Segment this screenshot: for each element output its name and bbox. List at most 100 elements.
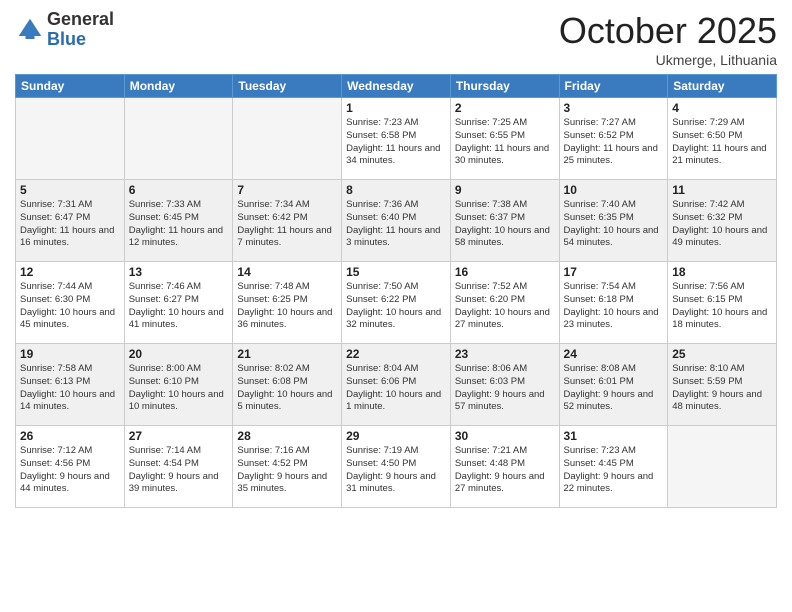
calendar-cell-4-3: 21Sunrise: 8:02 AM Sunset: 6:08 PM Dayli… — [233, 344, 342, 426]
day-info: Sunrise: 7:31 AM Sunset: 6:47 PM Dayligh… — [20, 199, 120, 250]
calendar-cell-3-3: 14 Sunrise: 7:48 AM Sunset: 6:25 PM Dayli… — [233, 262, 342, 344]
day-info: Sunrise: 7:48 AM Sunset: 6:25 PM Dayligh… — [237, 281, 337, 332]
calendar-cell-5-2: 27 Sunrise: 7:14 AM Sunset: 4:54 PM Dayli… — [124, 426, 233, 508]
header-sunday: Sunday — [16, 75, 125, 98]
day-number: 8 — [346, 183, 446, 197]
day-number: 12 — [20, 265, 120, 279]
day-info: Sunrise: 7:38 AM Sunset: 6:37 PM Dayligh… — [455, 199, 555, 250]
day-info: Sunrise: 7:27 AM Sunset: 6:52 PM Dayligh… — [564, 117, 664, 168]
calendar-cell-4-4: 22Sunrise: 8:04 AM Sunset: 6:06 PM Dayli… — [342, 344, 451, 426]
day-info: Sunrise: 7:52 AM Sunset: 6:20 PM Dayligh… — [455, 281, 555, 332]
day-info: Sunrise: 7:23 AM Sunset: 4:45 PM Dayligh… — [564, 445, 664, 496]
day-number: 2 — [455, 101, 555, 115]
day-info: Sunrise: 7:14 AM Sunset: 4:54 PM Dayligh… — [129, 445, 229, 496]
calendar-cell-2-2: 6 Sunrise: 7:33 AM Sunset: 6:45 PM Daylig… — [124, 180, 233, 262]
calendar-cell-2-3: 7Sunrise: 7:34 AM Sunset: 6:42 PM Daylig… — [233, 180, 342, 262]
calendar-cell-3-4: 15 Sunrise: 7:50 AM Sunset: 6:22 PM Dayli… — [342, 262, 451, 344]
day-info: Sunrise: 8:02 AM Sunset: 6:08 PM Dayligh… — [237, 363, 337, 414]
page-container: General Blue October 2025 Ukmerge, Lithu… — [0, 0, 792, 612]
calendar-cell-4-5: 23 Sunrise: 8:06 AM Sunset: 6:03 PM Dayli… — [450, 344, 559, 426]
day-info: Sunrise: 7:12 AM Sunset: 4:56 PM Dayligh… — [20, 445, 120, 496]
calendar-cell-5-3: 28Sunrise: 7:16 AM Sunset: 4:52 PM Dayli… — [233, 426, 342, 508]
day-info: Sunrise: 7:16 AM Sunset: 4:52 PM Dayligh… — [237, 445, 337, 496]
calendar-row-5: 26Sunrise: 7:12 AM Sunset: 4:56 PM Dayli… — [16, 426, 777, 508]
calendar-cell-1-3 — [233, 98, 342, 180]
day-info: Sunrise: 7:36 AM Sunset: 6:40 PM Dayligh… — [346, 199, 446, 250]
day-number: 19 — [20, 347, 120, 361]
calendar-cell-5-5: 30 Sunrise: 7:21 AM Sunset: 4:48 PM Dayli… — [450, 426, 559, 508]
logo-general: General — [47, 10, 114, 30]
calendar-cell-5-1: 26Sunrise: 7:12 AM Sunset: 4:56 PM Dayli… — [16, 426, 125, 508]
day-info: Sunrise: 7:29 AM Sunset: 6:50 PM Dayligh… — [672, 117, 772, 168]
day-number: 16 — [455, 265, 555, 279]
day-number: 27 — [129, 429, 229, 443]
calendar-table: Sunday Monday Tuesday Wednesday Thursday… — [15, 74, 777, 508]
calendar-cell-2-6: 10 Sunrise: 7:40 AM Sunset: 6:35 PM Dayli… — [559, 180, 668, 262]
calendar-cell-5-4: 29Sunrise: 7:19 AM Sunset: 4:50 PM Dayli… — [342, 426, 451, 508]
day-info: Sunrise: 8:08 AM Sunset: 6:01 PM Dayligh… — [564, 363, 664, 414]
logo-text: General Blue — [47, 10, 114, 50]
title-area: October 2025 Ukmerge, Lithuania — [559, 10, 777, 68]
day-info: Sunrise: 8:04 AM Sunset: 6:06 PM Dayligh… — [346, 363, 446, 414]
day-info: Sunrise: 8:06 AM Sunset: 6:03 PM Dayligh… — [455, 363, 555, 414]
calendar-row-2: 5 Sunrise: 7:31 AM Sunset: 6:47 PM Daylig… — [16, 180, 777, 262]
calendar-cell-2-1: 5 Sunrise: 7:31 AM Sunset: 6:47 PM Daylig… — [16, 180, 125, 262]
logo-icon — [15, 15, 45, 45]
header: General Blue October 2025 Ukmerge, Lithu… — [15, 10, 777, 68]
header-saturday: Saturday — [668, 75, 777, 98]
day-number: 30 — [455, 429, 555, 443]
calendar-cell-5-7 — [668, 426, 777, 508]
day-info: Sunrise: 7:21 AM Sunset: 4:48 PM Dayligh… — [455, 445, 555, 496]
day-info: Sunrise: 7:34 AM Sunset: 6:42 PM Dayligh… — [237, 199, 337, 250]
day-number: 15 — [346, 265, 446, 279]
day-number: 29 — [346, 429, 446, 443]
day-info: Sunrise: 8:10 AM Sunset: 5:59 PM Dayligh… — [672, 363, 772, 414]
header-wednesday: Wednesday — [342, 75, 451, 98]
calendar-row-3: 12 Sunrise: 7:44 AM Sunset: 6:30 PM Dayli… — [16, 262, 777, 344]
header-monday: Monday — [124, 75, 233, 98]
day-info: Sunrise: 7:33 AM Sunset: 6:45 PM Dayligh… — [129, 199, 229, 250]
calendar-cell-4-7: 25Sunrise: 8:10 AM Sunset: 5:59 PM Dayli… — [668, 344, 777, 426]
day-info: Sunrise: 7:40 AM Sunset: 6:35 PM Dayligh… — [564, 199, 664, 250]
day-number: 11 — [672, 183, 772, 197]
calendar-cell-1-5: 2Sunrise: 7:25 AM Sunset: 6:55 PM Daylig… — [450, 98, 559, 180]
calendar-row-1: 1Sunrise: 7:23 AM Sunset: 6:58 PM Daylig… — [16, 98, 777, 180]
calendar-cell-2-5: 9 Sunrise: 7:38 AM Sunset: 6:37 PM Daylig… — [450, 180, 559, 262]
day-number: 20 — [129, 347, 229, 361]
day-number: 17 — [564, 265, 664, 279]
calendar-cell-3-7: 18Sunrise: 7:56 AM Sunset: 6:15 PM Dayli… — [668, 262, 777, 344]
day-number: 9 — [455, 183, 555, 197]
calendar-cell-1-1 — [16, 98, 125, 180]
calendar-cell-2-4: 8 Sunrise: 7:36 AM Sunset: 6:40 PM Daylig… — [342, 180, 451, 262]
day-info: Sunrise: 7:44 AM Sunset: 6:30 PM Dayligh… — [20, 281, 120, 332]
calendar-cell-4-1: 19 Sunrise: 7:58 AM Sunset: 6:13 PM Dayli… — [16, 344, 125, 426]
header-friday: Friday — [559, 75, 668, 98]
day-number: 10 — [564, 183, 664, 197]
calendar-cell-1-4: 1Sunrise: 7:23 AM Sunset: 6:58 PM Daylig… — [342, 98, 451, 180]
day-info: Sunrise: 7:23 AM Sunset: 6:58 PM Dayligh… — [346, 117, 446, 168]
logo-blue: Blue — [47, 30, 114, 50]
day-number: 6 — [129, 183, 229, 197]
calendar-row-4: 19 Sunrise: 7:58 AM Sunset: 6:13 PM Dayli… — [16, 344, 777, 426]
day-info: Sunrise: 7:42 AM Sunset: 6:32 PM Dayligh… — [672, 199, 772, 250]
day-number: 24 — [564, 347, 664, 361]
calendar-cell-5-6: 31Sunrise: 7:23 AM Sunset: 4:45 PM Dayli… — [559, 426, 668, 508]
day-number: 3 — [564, 101, 664, 115]
day-info: Sunrise: 8:00 AM Sunset: 6:10 PM Dayligh… — [129, 363, 229, 414]
day-number: 23 — [455, 347, 555, 361]
calendar-cell-4-6: 24 Sunrise: 8:08 AM Sunset: 6:01 PM Dayli… — [559, 344, 668, 426]
calendar-cell-4-2: 20 Sunrise: 8:00 AM Sunset: 6:10 PM Dayli… — [124, 344, 233, 426]
day-number: 5 — [20, 183, 120, 197]
calendar-cell-2-7: 11 Sunrise: 7:42 AM Sunset: 6:32 PM Dayli… — [668, 180, 777, 262]
calendar-cell-3-6: 17Sunrise: 7:54 AM Sunset: 6:18 PM Dayli… — [559, 262, 668, 344]
day-number: 14 — [237, 265, 337, 279]
calendar-cell-1-6: 3 Sunrise: 7:27 AM Sunset: 6:52 PM Daylig… — [559, 98, 668, 180]
day-info: Sunrise: 7:50 AM Sunset: 6:22 PM Dayligh… — [346, 281, 446, 332]
calendar-cell-1-7: 4Sunrise: 7:29 AM Sunset: 6:50 PM Daylig… — [668, 98, 777, 180]
day-info: Sunrise: 7:58 AM Sunset: 6:13 PM Dayligh… — [20, 363, 120, 414]
calendar-cell-3-2: 13Sunrise: 7:46 AM Sunset: 6:27 PM Dayli… — [124, 262, 233, 344]
logo: General Blue — [15, 10, 114, 50]
day-info: Sunrise: 7:46 AM Sunset: 6:27 PM Dayligh… — [129, 281, 229, 332]
weekday-header-row: Sunday Monday Tuesday Wednesday Thursday… — [16, 75, 777, 98]
day-info: Sunrise: 7:56 AM Sunset: 6:15 PM Dayligh… — [672, 281, 772, 332]
